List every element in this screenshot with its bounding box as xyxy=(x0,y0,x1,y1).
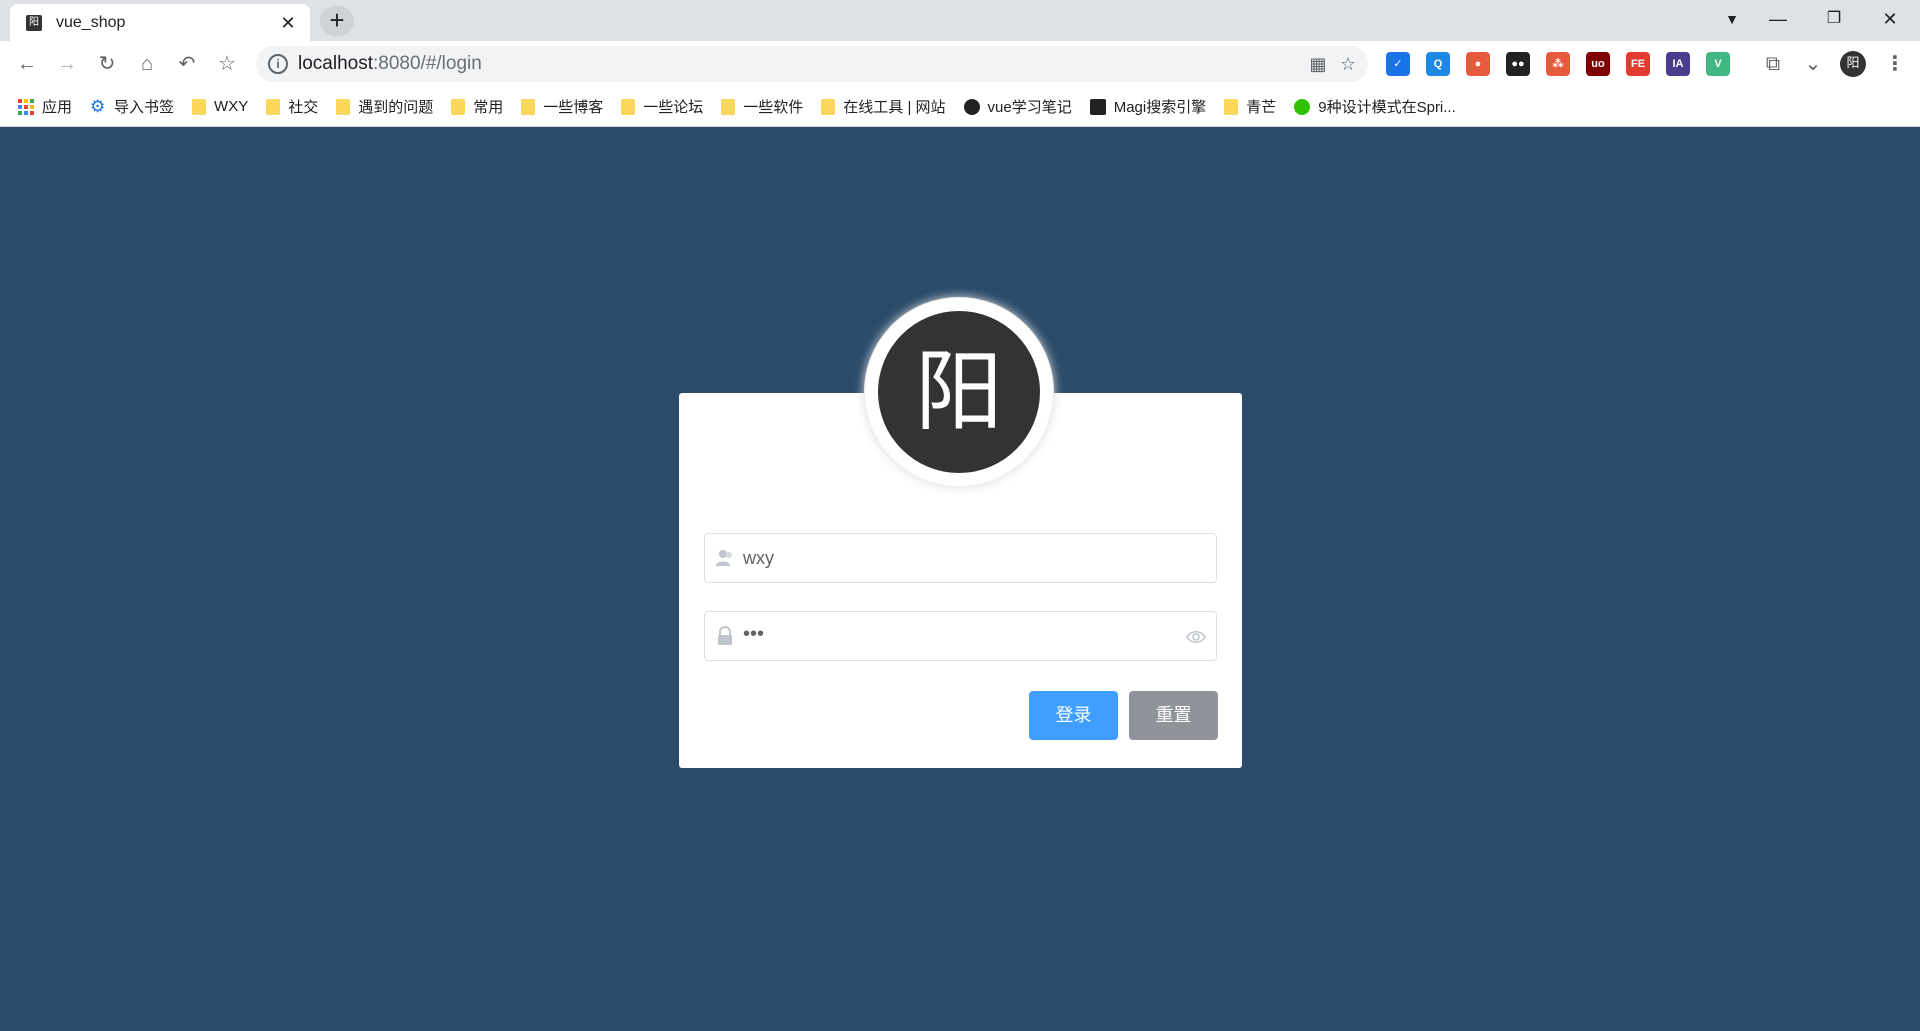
bookmark-label: 常用 xyxy=(473,99,504,116)
username-field[interactable]: wxy xyxy=(704,533,1217,583)
extensions-menu-icon[interactable]: ⌄ xyxy=(1796,47,1830,81)
tab-close-icon[interactable]: ✕ xyxy=(278,13,298,33)
avatar: 阳 xyxy=(878,311,1040,473)
ext-location-icon[interactable]: ● xyxy=(1466,52,1490,76)
password-field[interactable]: ••• xyxy=(704,611,1217,661)
ext-fe-icon[interactable]: FE xyxy=(1626,52,1650,76)
bookmark-item[interactable]: 应用 xyxy=(18,93,80,121)
bookmark-label: vue学习笔记 xyxy=(987,99,1072,116)
bookmark-item[interactable]: Magi搜索引擎 xyxy=(1089,93,1215,121)
reload-icon[interactable]: ↻ xyxy=(90,47,124,81)
browser-toolbar: ← → ↻ ⌂ ↶ ☆ i localhost:8080/#/login ▦ ☆… xyxy=(0,41,1920,87)
ext-tampermonkey-icon[interactable]: ●● xyxy=(1506,52,1530,76)
forward-icon[interactable]: → xyxy=(50,47,84,81)
minimize-button[interactable]: — xyxy=(1750,0,1806,41)
bookmark-label: 一些博客 xyxy=(543,99,604,116)
bookmark-item[interactable]: WXY xyxy=(192,93,256,121)
username-value: wxy xyxy=(743,548,774,568)
bookmark-item[interactable]: ⚙ 导入书签 xyxy=(90,93,182,121)
undo-icon[interactable]: ↶ xyxy=(170,47,204,81)
tab-strip: 阳 vue_shop ✕ + ▼ — ❐ ✕ xyxy=(0,0,1920,41)
ext-pocket-icon[interactable]: ✓ xyxy=(1386,52,1410,76)
apps-icon xyxy=(18,98,34,115)
folder-icon xyxy=(521,98,536,115)
back-icon[interactable]: ← xyxy=(10,47,44,81)
ext-ublock-icon[interactable]: uo xyxy=(1586,52,1610,76)
bookmark-item[interactable]: 青芒 xyxy=(1224,93,1284,121)
bookmark-label: 社交 xyxy=(288,99,319,116)
star-icon[interactable]: ☆ xyxy=(1336,52,1360,76)
crop-icon[interactable]: ⧉ xyxy=(1756,47,1790,81)
new-tab-button[interactable]: + xyxy=(320,6,354,36)
profile-avatar[interactable]: 阳 xyxy=(1840,51,1866,77)
url-host: localhost xyxy=(298,53,373,74)
close-window-button[interactable]: ✕ xyxy=(1862,0,1918,41)
wechat-icon xyxy=(1294,98,1311,115)
show-password-icon[interactable] xyxy=(1186,627,1206,647)
tab-vue-shop[interactable]: 阳 vue_shop ✕ xyxy=(10,4,310,41)
bookmark-label: WXY xyxy=(214,98,249,115)
bookmark-item[interactable]: 一些论坛 xyxy=(621,93,711,121)
bookmark-item[interactable]: 常用 xyxy=(451,93,511,121)
ext-vue-icon[interactable]: V xyxy=(1706,52,1730,76)
home-icon[interactable]: ⌂ xyxy=(130,47,164,81)
bookmark-label: 青芒 xyxy=(1246,99,1277,116)
menu-icon[interactable]: ⋮ xyxy=(1878,47,1912,81)
magi-icon xyxy=(1089,98,1106,115)
folder-icon xyxy=(821,98,836,115)
folder-icon xyxy=(1224,98,1239,115)
folder-icon xyxy=(721,98,736,115)
site-info-icon[interactable]: i xyxy=(268,54,288,74)
lock-icon xyxy=(718,626,732,645)
password-value: ••• xyxy=(743,623,765,645)
bookmark-label: 一些软件 xyxy=(743,99,804,116)
github-icon xyxy=(963,98,980,115)
user-icon xyxy=(716,550,732,566)
bookmark-label: Magi搜索引擎 xyxy=(1113,99,1207,116)
bookmark-item[interactable]: vue学习笔记 xyxy=(963,93,1080,121)
ext-search-icon[interactable]: Q xyxy=(1426,52,1450,76)
folder-icon xyxy=(266,98,281,115)
avatar-ring: 阳 xyxy=(864,297,1054,487)
folder-icon xyxy=(336,98,351,115)
folder-icon xyxy=(621,98,636,115)
bookmark-label: 一些论坛 xyxy=(643,99,704,116)
bookmark-item[interactable]: 9种设计模式在Spri... xyxy=(1294,93,1464,121)
bookmarks-bar: 应用 ⚙ 导入书签 WXY 社交 遇到的问题 常用 一些博客 一些论坛 一些软件 在线工具 | 网站… xyxy=(0,87,1920,127)
bookmark-label: 9种设计模式在Spri... xyxy=(1318,99,1456,116)
bookmark-item[interactable]: 社交 xyxy=(266,93,326,121)
tab-favicon: 阳 xyxy=(26,14,42,31)
address-bar[interactable]: i localhost:8080/#/login ▦ ☆ xyxy=(256,46,1368,82)
bookmark-label: 应用 xyxy=(42,99,73,116)
bookmark-label: 导入书签 xyxy=(114,99,175,116)
url-path: :8080/#/login xyxy=(373,53,482,74)
bookmark-label: 遇到的问题 xyxy=(358,99,434,116)
bookmark-item[interactable]: 遇到的问题 xyxy=(336,93,441,121)
bookmark-star-icon[interactable]: ☆ xyxy=(210,47,244,81)
ext-ia-icon[interactable]: IA xyxy=(1666,52,1690,76)
login-button[interactable]: 登录 xyxy=(1029,691,1118,740)
bookmark-item[interactable]: 一些博客 xyxy=(521,93,611,121)
tab-title: vue_shop xyxy=(56,13,126,31)
gear-icon: ⚙ xyxy=(90,96,106,116)
bookmark-label: 在线工具 | 网站 xyxy=(843,99,946,116)
bookmark-item[interactable]: 在线工具 | 网站 xyxy=(821,93,953,121)
folder-icon xyxy=(192,98,207,115)
qr-code-icon[interactable]: ▦ xyxy=(1306,52,1330,76)
bookmark-item[interactable]: 一些软件 xyxy=(721,93,811,121)
reset-button[interactable]: 重置 xyxy=(1129,691,1218,740)
url-text[interactable]: localhost:8080/#/login xyxy=(298,53,482,75)
folder-icon xyxy=(451,98,466,115)
ext-network-icon[interactable]: ⁂ xyxy=(1546,52,1570,76)
restore-button[interactable]: ❐ xyxy=(1806,0,1862,41)
